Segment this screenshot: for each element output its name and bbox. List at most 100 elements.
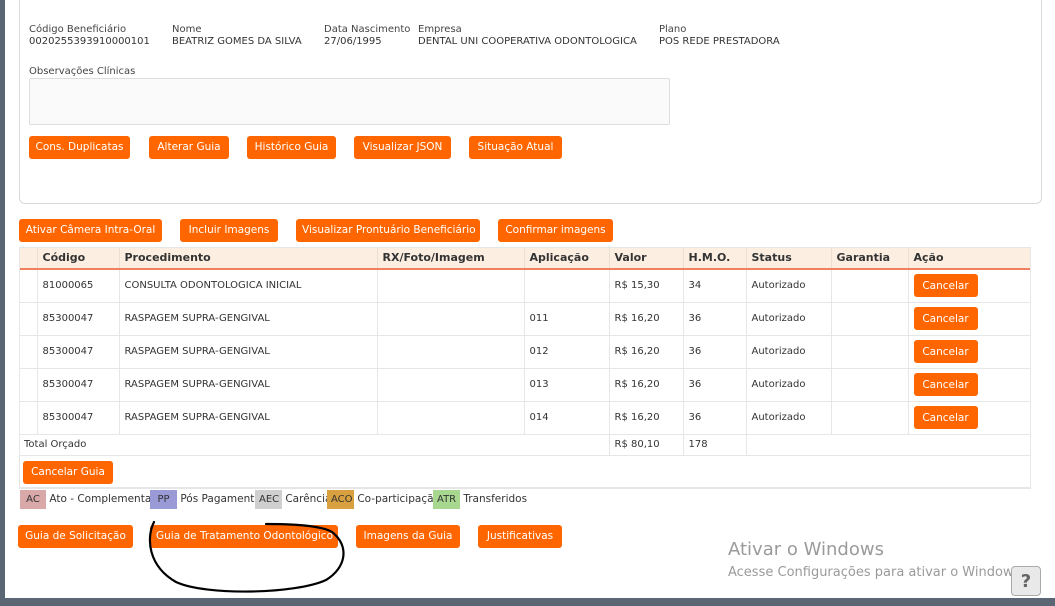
empresa-label: Empresa [418, 24, 462, 35]
nome-beneficiario: Nome BEATRIZ GOMES DA SILVA [172, 24, 302, 48]
cell-procedimento: RASPAGEM SUPRA-GENGIVAL [119, 368, 378, 402]
ativar-camera-button[interactable]: Ativar Câmera Intra-Oral [19, 219, 162, 242]
cell-codigo: 81000065 [37, 269, 120, 303]
cell-rx [377, 401, 525, 435]
cell-acao: Cancelar [908, 302, 1031, 336]
cell-procedimento: RASPAGEM SUPRA-GENGIVAL [119, 401, 378, 435]
justificativas-button[interactable]: Justificativas [478, 525, 562, 548]
nome-value: BEATRIZ GOMES DA SILVA [172, 36, 302, 47]
table-row: 85300047 RASPAGEM SUPRA-GENGIVAL 013 R$ … [19, 368, 1031, 402]
visualizar-prontuario-button[interactable]: Visualizar Prontuário Beneficiário [296, 219, 480, 242]
hand-drawn-circle-annotation [148, 520, 345, 593]
cancelar-button[interactable]: Cancelar [913, 406, 978, 429]
cancelar-button[interactable]: Cancelar [913, 307, 978, 330]
row-select-cell [19, 401, 38, 435]
header-codigo: Código [37, 247, 120, 269]
legend-aco-swatch: ACO [327, 490, 354, 509]
cell-procedimento: RASPAGEM SUPRA-GENGIVAL [119, 302, 378, 336]
cell-hmo: 36 [683, 401, 747, 435]
cell-garantia [831, 269, 909, 303]
cell-acao: Cancelar [908, 368, 1031, 402]
legend-pp-text: Pós Pagamento [180, 493, 261, 505]
data-nascimento: Data Nascimento 27/06/1995 [324, 24, 410, 48]
cell-status: Autorizado [746, 302, 832, 336]
cell-rx [377, 269, 525, 303]
cell-valor: R$ 16,20 [609, 302, 684, 336]
legend-pp: PP Pós Pagamento [150, 490, 261, 509]
nascimento-value: 27/06/1995 [324, 36, 382, 47]
confirmar-imagens-button[interactable]: Confirmar imagens [498, 219, 613, 242]
observacoes-label: Observações Clínicas [29, 66, 136, 77]
codigo-beneficiario: Código Beneficiário 0020255393910000101 [29, 24, 150, 48]
plano: Plano POS REDE PRESTADORA [659, 24, 780, 48]
total-hmo: 178 [683, 434, 747, 456]
cancelar-guia-button[interactable]: Cancelar Guia [23, 461, 113, 484]
cell-rx [377, 302, 525, 336]
empresa: Empresa DENTAL UNI COOPERATIVA ODONTOLOG… [418, 24, 637, 48]
window-left-border [0, 0, 5, 606]
help-icon[interactable]: ? [1011, 566, 1041, 596]
legend-ac-text: Ato - Complementar [49, 493, 156, 505]
cancel-guide-row [19, 455, 1031, 488]
observacoes-field[interactable] [29, 78, 670, 125]
row-select-cell [19, 335, 38, 369]
procedures-table: Código Procedimento RX/Foto/Imagem Aplic… [19, 247, 1031, 488]
legend-ac-swatch: AC [20, 490, 46, 509]
table-row: 85300047 RASPAGEM SUPRA-GENGIVAL 011 R$ … [19, 302, 1031, 336]
legend-aco-text: Co-participação [357, 493, 440, 505]
cell-acao: Cancelar [908, 335, 1031, 369]
cell-aplicacao [524, 269, 610, 303]
historico-guia-button[interactable]: Histórico Guia [247, 136, 336, 159]
table-row: 85300047 RASPAGEM SUPRA-GENGIVAL 012 R$ … [19, 335, 1031, 369]
cons-duplicatas-button[interactable]: Cons. Duplicatas [29, 136, 130, 159]
imagens-guia-button[interactable]: Imagens da Guia [356, 525, 460, 548]
header-select [19, 247, 38, 269]
header-garantia: Garantia [831, 247, 909, 269]
cell-codigo: 85300047 [37, 401, 120, 435]
guia-solicitacao-button[interactable]: Guia de Solicitação [18, 525, 133, 548]
plano-value: POS REDE PRESTADORA [659, 36, 780, 47]
nome-label: Nome [172, 24, 202, 35]
cell-hmo: 36 [683, 335, 747, 369]
cancelar-button[interactable]: Cancelar [913, 373, 978, 396]
empresa-value: DENTAL UNI COOPERATIVA ODONTOLOGICA [418, 36, 637, 47]
cell-aplicacao: 012 [524, 335, 610, 369]
legend-atr-swatch: ATR [433, 490, 460, 509]
cell-acao: Cancelar [908, 401, 1031, 435]
total-empty [746, 434, 1031, 456]
windows-activation-title: Ativar o Windows [728, 539, 884, 560]
cell-status: Autorizado [746, 269, 832, 303]
total-label: Total Orçado [19, 434, 610, 456]
cancelar-button[interactable]: Cancelar [913, 274, 978, 298]
visualizar-json-button[interactable]: Visualizar JSON [354, 136, 451, 159]
alterar-guia-button[interactable]: Alterar Guia [149, 136, 229, 159]
header-acao: Ação [908, 247, 1031, 269]
plano-label: Plano [659, 24, 687, 35]
table-header-row: Código Procedimento RX/Foto/Imagem Aplic… [19, 247, 1031, 269]
window-bottom-border [0, 598, 1055, 606]
cell-acao: Cancelar [908, 269, 1031, 303]
header-procedimento: Procedimento [119, 247, 378, 269]
windows-activation-subtitle: Acesse Configurações para ativar o Windo… [728, 565, 1025, 580]
cell-codigo: 85300047 [37, 302, 120, 336]
incluir-imagens-button[interactable]: Incluir Imagens [180, 219, 278, 242]
cell-aplicacao: 011 [524, 302, 610, 336]
table-row: 85300047 RASPAGEM SUPRA-GENGIVAL 014 R$ … [19, 401, 1031, 435]
header-hmo: H.M.O. [683, 247, 747, 269]
cell-valor: R$ 16,20 [609, 401, 684, 435]
cell-garantia [831, 368, 909, 402]
situacao-atual-button[interactable]: Situação Atual [469, 136, 562, 159]
cell-procedimento: RASPAGEM SUPRA-GENGIVAL [119, 335, 378, 369]
cancel-guide-cell [19, 455, 1031, 488]
codigo-value: 0020255393910000101 [29, 36, 150, 47]
header-aplicacao: Aplicação [524, 247, 610, 269]
nascimento-label: Data Nascimento [324, 24, 411, 35]
legend-aec-text: Carência [285, 493, 332, 505]
total-row: Total Orçado R$ 80,10 178 [19, 434, 1031, 456]
legend-pp-swatch: PP [150, 490, 177, 509]
header-status: Status [746, 247, 832, 269]
legend-aec: AEC Carência [255, 490, 331, 509]
cancelar-button[interactable]: Cancelar [913, 340, 978, 363]
cell-codigo: 85300047 [37, 335, 120, 369]
legend-atr-text: Transferidos [463, 493, 528, 505]
